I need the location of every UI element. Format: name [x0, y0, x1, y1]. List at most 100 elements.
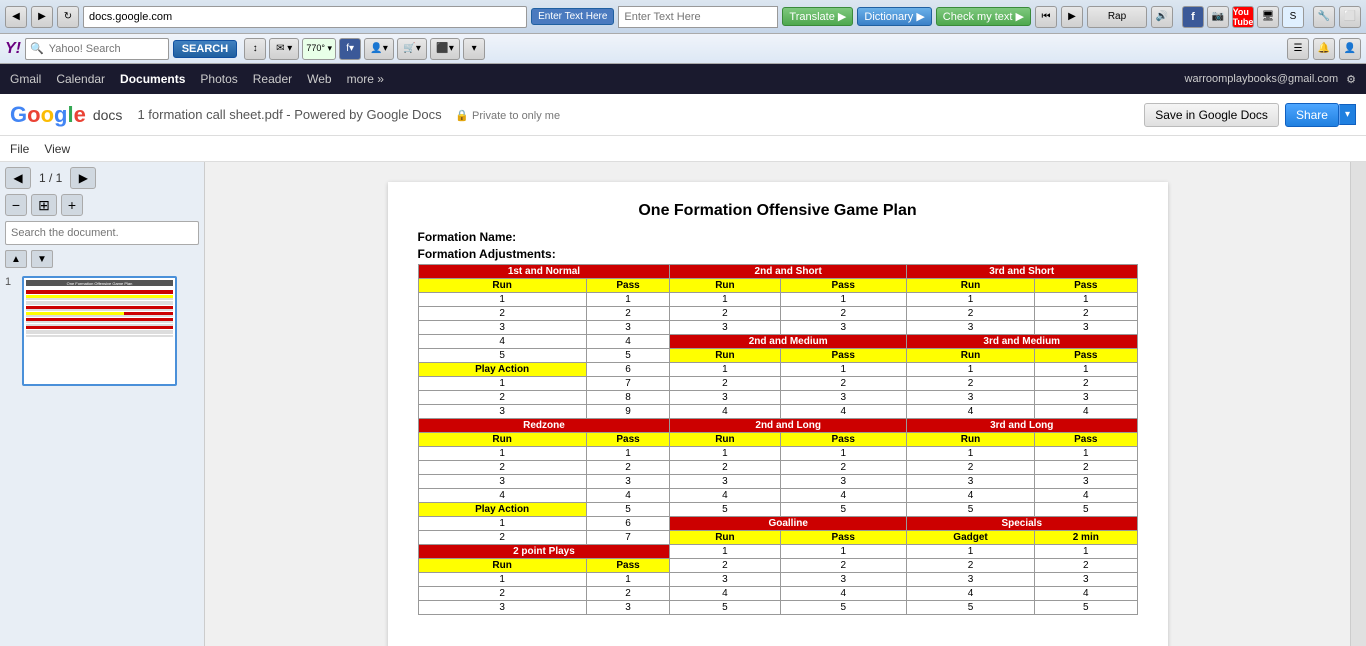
cam-icon[interactable]: 📷 — [1207, 6, 1229, 28]
table-row: 1st and Normal 2nd and Short 3rd and Sho… — [418, 265, 1137, 279]
zoom-controls: − ⊞ + — [5, 194, 199, 216]
media-prev-icon[interactable]: ⏮ — [1035, 6, 1057, 28]
search-input[interactable] — [618, 6, 778, 28]
play-action-label: Play Action — [418, 363, 586, 377]
search-down-btn[interactable]: ▼ — [31, 250, 53, 268]
page-nav-controls: ◀ 1 / 1 ▶ — [5, 167, 199, 189]
menu-view[interactable]: View — [44, 142, 70, 156]
social-icon[interactable]: f▾ — [339, 38, 361, 60]
share-button[interactable]: Share — [1285, 103, 1339, 127]
nav-gmail[interactable]: Gmail — [10, 72, 41, 86]
docs-header: Google docs 1 formation call sheet.pdf -… — [0, 94, 1366, 136]
nav-gear-icon[interactable]: ⚙ — [1346, 73, 1356, 86]
search-bar-label: Enter Text Here — [531, 8, 614, 25]
game-plan-table: 1st and Normal 2nd and Short 3rd and Sho… — [418, 264, 1138, 615]
cart-icon[interactable]: 🛒▾ — [397, 38, 427, 60]
table-row: Play Action 5 55 55 — [418, 503, 1137, 517]
profile-icon[interactable]: 👤▾ — [364, 38, 394, 60]
two-point-header: 2 point Plays — [418, 545, 670, 559]
3rd-long-header: 3rd and Long — [906, 419, 1137, 433]
dictionary-btn[interactable]: Dictionary ▶ — [857, 7, 931, 26]
yahoo-toolbar: Y! 🔍 SEARCH ↕ ✉ ▾ 770° ▾ f▾ 👤▾ 🛒▾ ⬛▾ ▾ ☰… — [0, 34, 1366, 64]
lock-icon: 🔒 — [455, 110, 469, 122]
nav-right: warroomplaybooks@gmail.com ⚙ — [1185, 73, 1356, 86]
translate-btn[interactable]: Translate ▶ — [782, 7, 853, 26]
bell-icon[interactable]: 🔔 — [1313, 38, 1335, 60]
check-text-btn[interactable]: Check my text ▶ — [936, 7, 1031, 26]
list-view-icon[interactable]: ☰ — [1287, 38, 1309, 60]
volume-icon[interactable]: 🔊 — [1151, 6, 1173, 28]
thumb-page-num: 1 — [5, 276, 17, 288]
media-play-icon[interactable]: ▶ — [1061, 6, 1083, 28]
forward-btn[interactable]: ▶ — [31, 6, 53, 28]
share-dropdown-icon[interactable]: ▾ — [1339, 104, 1356, 125]
nav-more[interactable]: more » — [347, 72, 384, 86]
search-arrows: ▲ ▼ — [5, 250, 199, 268]
search-up-btn[interactable]: ▲ — [5, 250, 27, 268]
gadget-label: Gadget — [906, 531, 1034, 545]
left-panel: ◀ 1 / 1 ▶ − ⊞ + ▲ ▼ 1 One Formation Offe… — [0, 162, 205, 646]
media-label: Rap — [1087, 6, 1147, 28]
settings-icon[interactable]: 🔧 — [1313, 6, 1335, 28]
zoom-grid-btn[interactable]: ⊞ — [31, 194, 57, 216]
extra-icon[interactable]: ⬛▾ — [430, 38, 460, 60]
header-1st-normal: 1st and Normal — [418, 265, 670, 279]
doc-title-main: One Formation Offensive Game Plan — [418, 202, 1138, 220]
table-row: 39 44 44 — [418, 405, 1137, 419]
table-row: 11 33 33 — [418, 573, 1137, 587]
thumbnail-area: 1 One Formation Offensive Game Plan — [5, 276, 199, 641]
run-label: Run — [418, 279, 586, 293]
yahoo-search-button[interactable]: SEARCH — [173, 40, 237, 58]
nav-reader[interactable]: Reader — [253, 72, 292, 86]
table-row: 17 22 22 — [418, 377, 1137, 391]
weather-icon[interactable]: 770° ▾ — [302, 38, 336, 60]
share2-icon[interactable]: S — [1282, 6, 1304, 28]
pass-label: Pass — [586, 279, 670, 293]
redzone-header: Redzone — [418, 419, 670, 433]
page-indicator: 1 / 1 — [35, 171, 66, 185]
monitor-icon[interactable]: 🖥 — [1257, 6, 1279, 28]
nav-photos[interactable]: Photos — [200, 72, 237, 86]
nav-web[interactable]: Web — [307, 72, 331, 86]
prev-page-btn[interactable]: ◀ — [5, 167, 31, 189]
two-min-label: 2 min — [1035, 531, 1137, 545]
fb-icon[interactable]: f — [1182, 6, 1204, 28]
table-row: Run Pass Run Pass Run Pass — [418, 433, 1137, 447]
doc-search-input[interactable] — [5, 221, 199, 245]
table-row: 2 point Plays 11 11 — [418, 545, 1137, 559]
2nd-medium-header: 2nd and Medium — [670, 335, 907, 349]
nav-documents[interactable]: Documents — [120, 72, 185, 86]
table-row: Run Pass Run Pass Run Pass — [418, 279, 1137, 293]
doc-page: One Formation Offensive Game Plan Format… — [388, 182, 1168, 646]
play-action-2: Play Action — [418, 503, 586, 517]
expand-icon[interactable]: ⬜ — [1339, 6, 1361, 28]
page-thumbnail-img[interactable]: One Formation Offensive Game Plan — [22, 276, 177, 386]
yt-icon[interactable]: YouTube — [1232, 6, 1254, 28]
document-title: 1 formation call sheet.pdf - Powered by … — [137, 107, 1144, 122]
table-row: 11 11 11 — [418, 447, 1137, 461]
yahoo-logo: Y! — [5, 40, 21, 58]
yahoo-search-input[interactable] — [44, 39, 164, 59]
zoom-out-btn[interactable]: − — [5, 194, 27, 216]
pass-label: Pass — [780, 279, 906, 293]
header-3rd-short: 3rd and Short — [906, 265, 1137, 279]
menu-file[interactable]: File — [10, 142, 29, 156]
table-row: 11 11 11 — [418, 293, 1137, 307]
user-settings-icon[interactable]: 👤 — [1339, 38, 1361, 60]
run-label: Run — [670, 279, 780, 293]
refresh-btn[interactable]: ↻ — [57, 6, 79, 28]
table-row: 22 44 44 — [418, 587, 1137, 601]
back-btn[interactable]: ◀ — [5, 6, 27, 28]
url-bar[interactable] — [83, 6, 527, 28]
cursor-icon[interactable]: ↕ — [244, 38, 266, 60]
mail-icon[interactable]: ✉ ▾ — [269, 38, 299, 60]
next-page-btn[interactable]: ▶ — [70, 167, 96, 189]
page-thumbnail-1: 1 One Formation Offensive Game Plan — [5, 276, 199, 386]
nav-calendar[interactable]: Calendar — [56, 72, 105, 86]
more-icon[interactable]: ▾ — [463, 38, 485, 60]
scrollbar[interactable] — [1350, 162, 1366, 646]
thumb-content: One Formation Offensive Game Plan — [26, 280, 173, 382]
zoom-in-btn[interactable]: + — [61, 194, 83, 216]
save-in-google-docs-button[interactable]: Save in Google Docs — [1144, 103, 1279, 127]
pass-label: Pass — [1035, 279, 1137, 293]
